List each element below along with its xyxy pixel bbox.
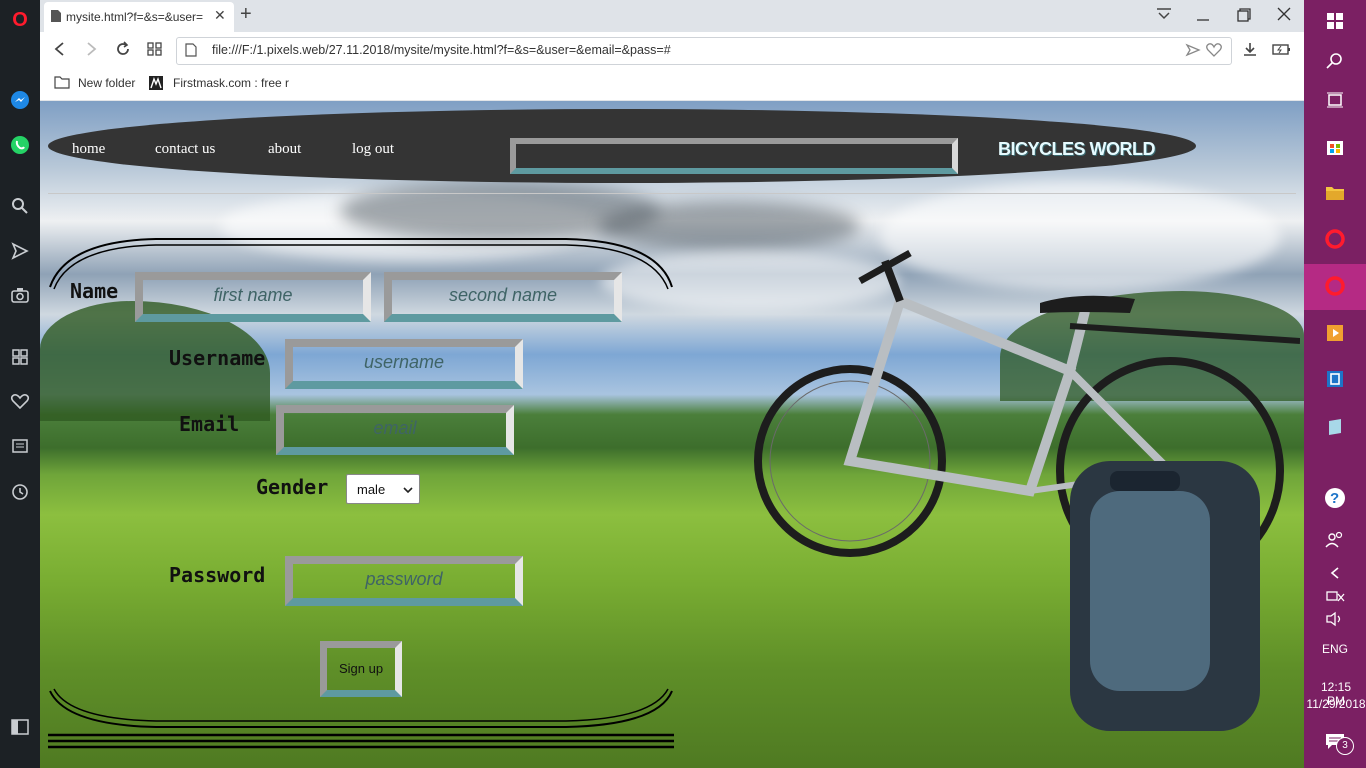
tab-active[interactable]: mysite.html?f=&s=&user= ✕ (44, 2, 234, 32)
opera-active-icon[interactable] (1322, 273, 1348, 299)
restore-icon[interactable] (1237, 8, 1251, 27)
page-icon (50, 9, 62, 28)
password-label: Password (169, 563, 266, 587)
top-nav: home contact us about log out BICYCLES W… (48, 109, 1196, 183)
bookmark-heart-icon[interactable] (1205, 42, 1223, 63)
new-tab-button[interactable]: + (240, 3, 252, 26)
bookmark-firstmask[interactable]: Firstmask.com : free r (173, 76, 289, 90)
gender-select-value: male (357, 482, 386, 497)
opera-logo-icon[interactable]: O (8, 8, 32, 32)
download-icon[interactable] (1242, 41, 1258, 62)
send-icon[interactable] (8, 239, 32, 263)
share-icon[interactable] (1185, 42, 1201, 63)
opera-sidebar: O (0, 0, 40, 768)
tab-title: mysite.html?f=&s=&user= (66, 10, 204, 24)
email-input[interactable]: email (276, 405, 514, 455)
file-icon (185, 43, 197, 62)
url-text: file:///F:/1.pixels.web/27.11.2018/mysit… (212, 43, 671, 57)
clock-date[interactable]: 11/29/2018 (1306, 697, 1366, 711)
firstmask-icon (148, 75, 164, 96)
chevron-down-icon (403, 483, 413, 498)
battery-saver-icon[interactable] (1272, 42, 1292, 61)
store-icon[interactable] (1322, 133, 1348, 159)
search-icon[interactable] (1322, 48, 1348, 74)
tab-menu-icon[interactable] (1155, 6, 1173, 27)
first-name-input[interactable]: first name (135, 272, 371, 322)
media-player-icon[interactable] (1322, 320, 1348, 346)
sidebar-toggle-icon[interactable] (8, 715, 32, 739)
notifications-badge: 3 (1336, 737, 1354, 755)
nav-home[interactable]: home (72, 141, 105, 158)
name-label: Name (70, 279, 119, 303)
page-viewport: home contact us about log out BICYCLES W… (40, 101, 1304, 768)
brand-title: BICYCLES WORLD (998, 139, 1156, 159)
app-frame-icon[interactable] (1322, 366, 1348, 392)
username-input[interactable]: username (285, 339, 523, 389)
opera-taskbar-icon[interactable] (1322, 226, 1348, 252)
nav-log-out[interactable]: log out (352, 141, 394, 158)
password-input[interactable]: password (285, 556, 523, 606)
history-icon[interactable] (8, 480, 32, 504)
file-explorer-icon[interactable] (1322, 180, 1348, 206)
folder-icon (54, 75, 70, 94)
whatsapp-icon[interactable] (8, 133, 32, 157)
close-window-icon[interactable] (1277, 7, 1291, 26)
gender-select[interactable]: male (346, 474, 420, 504)
gender-label: Gender (256, 475, 329, 499)
nav-search-input[interactable] (510, 138, 958, 174)
minimize-icon[interactable] (1196, 8, 1210, 27)
url-field[interactable]: file:///F:/1.pixels.web/27.11.2018/mysit… (176, 37, 1232, 65)
close-tab-icon[interactable]: ✕ (214, 7, 226, 24)
nav-about[interactable]: about (268, 141, 301, 158)
tabs-grid-icon[interactable] (147, 41, 163, 62)
notepad-icon[interactable] (1322, 414, 1348, 440)
back-icon[interactable] (53, 41, 67, 62)
heart-icon[interactable] (8, 389, 32, 413)
email-label: Email (179, 412, 240, 436)
bicycle-image (754, 249, 1300, 731)
divider (48, 193, 1296, 194)
news-icon[interactable] (8, 434, 32, 458)
second-name-input[interactable]: second name (384, 272, 622, 322)
volume-icon[interactable] (1322, 606, 1348, 632)
task-view-icon[interactable] (1322, 87, 1348, 113)
forward-icon[interactable] (84, 41, 98, 62)
windows-taskbar: ? ENG 12:15 PM 11/29/2018 3 (1304, 0, 1366, 768)
reload-icon[interactable] (115, 41, 131, 62)
username-label: Username (169, 346, 266, 370)
chevron-left-icon[interactable] (1322, 560, 1348, 586)
signup-button[interactable]: Sign up (320, 641, 402, 697)
speed-dial-icon[interactable] (8, 345, 32, 369)
bookmark-new-folder[interactable]: New folder (78, 76, 135, 90)
language-indicator[interactable]: ENG (1322, 642, 1348, 656)
people-icon[interactable] (1322, 527, 1348, 553)
help-icon[interactable]: ? (1322, 485, 1348, 511)
windows-start-icon[interactable] (1322, 8, 1348, 34)
messenger-icon[interactable] (8, 88, 32, 112)
camera-icon[interactable] (8, 283, 32, 307)
search-icon[interactable] (8, 194, 32, 218)
nav-contact-us[interactable]: contact us (155, 141, 215, 158)
svg-text:?: ? (1330, 490, 1339, 507)
